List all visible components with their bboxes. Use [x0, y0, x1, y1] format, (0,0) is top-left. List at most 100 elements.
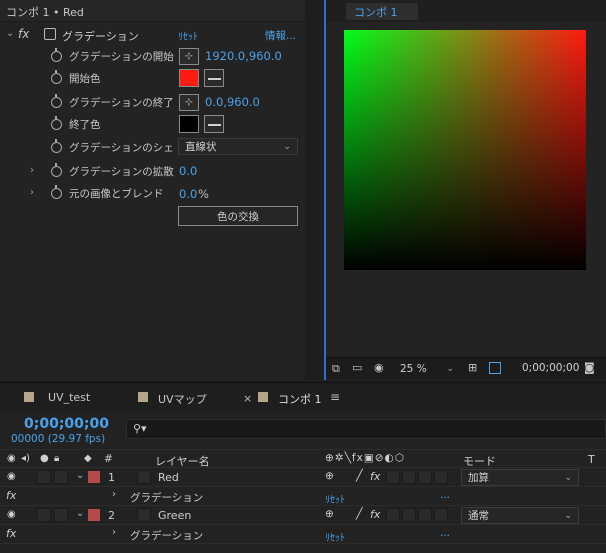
property-blend-with-original: › 元の画像とブレンド 0.0 %	[0, 182, 304, 205]
fx-icon[interactable]: fx	[18, 27, 29, 41]
start-color-swatch[interactable]	[179, 69, 199, 87]
label-color-swatch[interactable]	[88, 471, 100, 483]
solo-box[interactable]	[37, 470, 51, 484]
shy-switch-icon[interactable]: ⊕	[325, 470, 334, 482]
layer-row[interactable]: ◉ ⌄ 2 Green ⊕ ╱ fx 通常 ⌄	[0, 506, 606, 525]
expand-chevron-icon[interactable]: ⌄	[76, 470, 84, 481]
switch-box[interactable]	[434, 508, 448, 522]
property-gradient-scatter: › グラデーションの拡散 0.0	[0, 160, 304, 183]
panel-menu-icon[interactable]: ≡	[330, 390, 340, 404]
switch-box[interactable]	[386, 508, 400, 522]
expand-chevron-icon[interactable]: ›	[30, 187, 34, 198]
swap-colors-button[interactable]: 色の交換	[178, 206, 298, 226]
expand-chevron-icon[interactable]: ⌄	[76, 508, 84, 519]
lock-header-icon: 🔒︎	[54, 453, 60, 464]
swap-colors-label: 色の交換	[217, 210, 259, 223]
composition-canvas[interactable]	[344, 30, 586, 270]
eye-icon[interactable]: ◉	[7, 509, 16, 520]
end-color-swatch[interactable]	[179, 115, 199, 133]
mask-icon[interactable]: ◉	[374, 361, 384, 374]
property-label: グラデーションの終了	[69, 97, 174, 109]
effect-controls-header: コンポ 1 • Red	[0, 0, 305, 22]
label-color-swatch[interactable]	[88, 509, 100, 521]
shy-switch-icon[interactable]: ⊕	[325, 508, 334, 520]
quality-switch-icon[interactable]: ╱	[356, 469, 363, 482]
property-label: グラデーションの開始	[69, 51, 174, 63]
viewer-tab[interactable]: コンポ 1	[346, 3, 418, 20]
fx-switch-icon[interactable]: fx	[370, 508, 380, 521]
monitor-icon[interactable]: ▭	[352, 361, 362, 374]
collapse-chevron-icon[interactable]: ⌄	[6, 28, 14, 39]
comp-icon	[258, 392, 268, 402]
eyedropper-icon[interactable]	[204, 115, 224, 133]
switch-box[interactable]	[418, 508, 432, 522]
gradient-start-value[interactable]: 1920.0,960.0	[205, 49, 282, 63]
switches-header-icons: ⊕✲╲fx▣⊘◐⬡	[325, 452, 405, 464]
viewer-timecode[interactable]: 0;00;00;00	[522, 362, 579, 374]
switch-box[interactable]	[418, 470, 432, 484]
chevron-down-icon: ⌄	[446, 363, 454, 374]
stopwatch-icon[interactable]	[51, 48, 62, 62]
effect-controls-panel: コンポ 1 • Red ⌄ fx グラデーション ﾘｾｯﾄ 情報... グラデー…	[0, 0, 305, 380]
expand-chevron-icon[interactable]: ›	[112, 527, 116, 538]
expand-chevron-icon[interactable]: ›	[112, 489, 116, 500]
fx-icon[interactable]: fx	[6, 489, 16, 502]
stopwatch-icon[interactable]	[51, 163, 62, 177]
layer-name-column-header[interactable]: レイヤー名	[155, 453, 210, 469]
reset-link[interactable]: ﾘｾｯﾄ	[325, 491, 345, 506]
close-icon[interactable]: ×	[243, 392, 252, 405]
eyedropper-icon[interactable]	[204, 69, 224, 87]
more-link[interactable]: ...	[440, 489, 450, 501]
switch-box[interactable]	[402, 508, 416, 522]
gradient-shape-dropdown[interactable]: 直線状 ⌄	[178, 138, 298, 155]
stopwatch-icon[interactable]	[51, 139, 62, 153]
switch-box[interactable]	[434, 470, 448, 484]
reset-link[interactable]: ﾘｾｯﾄ	[178, 28, 198, 43]
timeline-panel: UV_test UVマップ × コンポ 1 ≡ 0;00;00;00 00000…	[0, 382, 606, 553]
viewer-tab-label: コンポ 1	[354, 5, 398, 19]
region-of-interest-icon[interactable]	[489, 362, 501, 374]
switch-box[interactable]	[386, 470, 400, 484]
layer-row[interactable]: ◉ ⌄ 1 Red ⊕ ╱ fx 加算 ⌄	[0, 468, 606, 487]
lock-box[interactable]	[54, 470, 68, 484]
layer-search-field[interactable]: ⚲▾	[126, 419, 606, 439]
effect-row[interactable]: ⌄ fx グラデーション ﾘｾｯﾄ 情報...	[0, 24, 304, 47]
fx-switch-icon[interactable]: fx	[370, 470, 380, 483]
scatter-value[interactable]: 0.0	[179, 164, 197, 178]
switch-box[interactable]	[402, 470, 416, 484]
stopwatch-icon[interactable]	[51, 116, 62, 130]
about-link[interactable]: 情報...	[265, 28, 296, 43]
blend-mode-dropdown[interactable]: 加算 ⌄	[461, 469, 579, 486]
quality-switch-icon[interactable]: ╱	[356, 507, 363, 520]
eye-icon[interactable]: ◉	[7, 471, 16, 482]
stopwatch-icon[interactable]	[51, 70, 62, 84]
chevron-down-icon: ⌄	[564, 510, 572, 521]
solo-header-icon: ●	[40, 453, 49, 464]
effect-plugin-icon	[44, 28, 56, 40]
stopwatch-icon[interactable]	[51, 94, 62, 108]
current-timecode[interactable]: 0;00;00;00	[24, 416, 109, 432]
reset-link[interactable]: ﾘｾｯﾄ	[325, 529, 345, 544]
solo-box[interactable]	[37, 508, 51, 522]
crosshair-point-icon[interactable]: ⊹	[179, 48, 199, 65]
always-preview-icon[interactable]: ⧉	[332, 362, 340, 376]
layer-name[interactable]: Red	[158, 471, 179, 484]
lock-box[interactable]	[54, 508, 68, 522]
more-link[interactable]: ...	[440, 527, 450, 539]
layer-effect-row[interactable]: fx › グラデーション ﾘｾｯﾄ ...	[0, 525, 606, 544]
property-start-color: 開始色	[0, 67, 304, 90]
gradient-end-value[interactable]: 0.0,960.0	[205, 95, 260, 109]
property-label: グラデーションの拡散	[69, 166, 174, 178]
grid-icon[interactable]: ⊞	[468, 361, 477, 374]
stopwatch-icon[interactable]	[51, 185, 62, 199]
zoom-dropdown[interactable]: 25 % ⌄	[394, 360, 460, 377]
blend-mode-dropdown[interactable]: 通常 ⌄	[461, 507, 579, 524]
expand-chevron-icon[interactable]: ›	[30, 165, 34, 176]
camera-icon[interactable]: ◙	[584, 361, 595, 374]
layer-effect-row[interactable]: fx › グラデーション ﾘｾｯﾄ ...	[0, 487, 606, 506]
crosshair-point-icon[interactable]: ⊹	[179, 94, 199, 111]
chevron-down-icon: ⌄	[564, 472, 572, 483]
layer-name[interactable]: Green	[158, 509, 191, 522]
fx-icon[interactable]: fx	[6, 527, 16, 540]
blend-value[interactable]: 0.0	[179, 187, 197, 201]
